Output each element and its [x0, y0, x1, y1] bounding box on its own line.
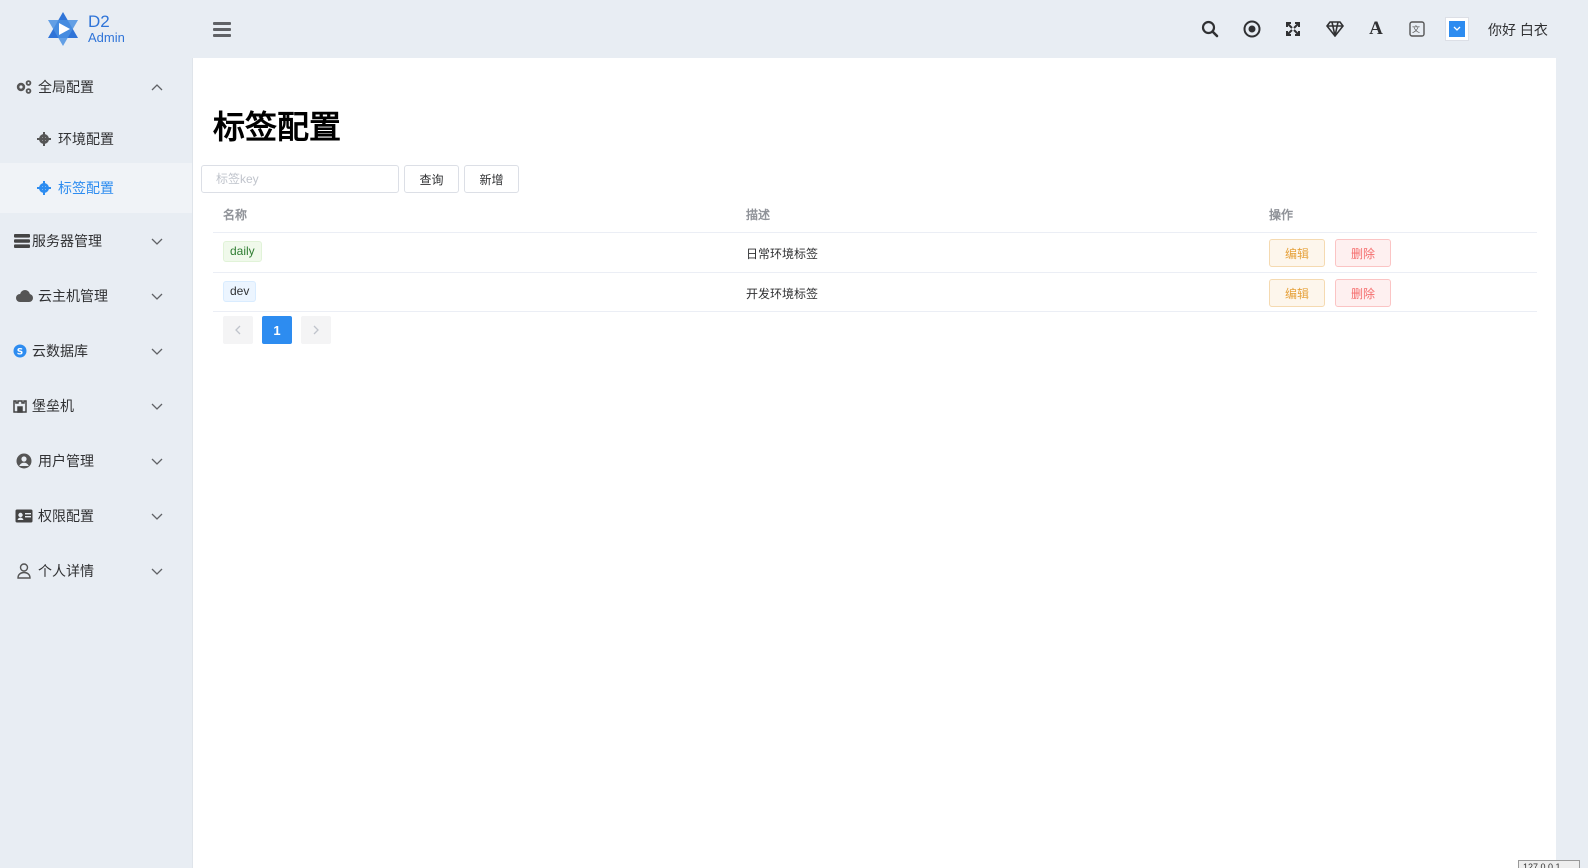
chevron-up-icon [151, 84, 163, 91]
search-icon[interactable] [1198, 17, 1222, 41]
edit-button[interactable]: 编辑 [1269, 239, 1325, 267]
sidebar-item-label: 云数据库 [32, 343, 88, 359]
sidebar-item-global-config[interactable]: 全局配置 [0, 62, 192, 112]
query-button[interactable]: 查询 [404, 165, 459, 193]
chevron-left-icon [235, 325, 241, 335]
d2-logo-icon [48, 12, 78, 46]
chevron-down-icon [151, 293, 163, 300]
column-header-actions: 操作 [1269, 208, 1294, 222]
sidebar-item-label: 个人详情 [38, 563, 94, 579]
cogs-icon [14, 77, 34, 97]
sidebar-item-label: 服务器管理 [32, 233, 102, 249]
server-icon [12, 231, 32, 251]
page-number-button[interactable]: 1 [262, 316, 292, 344]
tag-name-badge: daily [223, 241, 262, 262]
top-header: D2 Admin A 文 你好 白衣 [0, 0, 1588, 58]
sidebar-item-cloud-database[interactable]: S 云数据库 [0, 326, 192, 376]
sidebar-item-permission-config[interactable]: 权限配置 [0, 491, 192, 541]
main-panel: 标签配置 查询 新增 名称 描述 操作 daily 日常环境标签 编辑 删除 d… [192, 58, 1556, 868]
prev-page-button[interactable] [223, 316, 253, 344]
menu-toggle-icon[interactable] [213, 22, 231, 38]
chevron-down-icon [151, 458, 163, 465]
add-button[interactable]: 新增 [464, 165, 519, 193]
table-row: daily 日常环境标签 编辑 删除 [213, 232, 1537, 272]
database-icon: S [10, 341, 30, 361]
sidebar: 全局配置 环境配置 标签配置 服务器管理 云主机管理 S 云数据库 堡垒机 用户… [0, 58, 192, 868]
fort-icon [10, 396, 30, 416]
tag-description: 日常环境标签 [746, 247, 819, 261]
sidebar-subitem-label: 标签配置 [58, 180, 114, 196]
sidebar-item-label: 云主机管理 [38, 288, 108, 304]
svg-text:文: 文 [1412, 24, 1420, 34]
tag-key-search-input[interactable] [201, 165, 399, 193]
target-icon[interactable] [1240, 17, 1264, 41]
id-card-icon [14, 506, 34, 526]
column-header-description: 描述 [746, 208, 771, 222]
tag-description: 开发环境标签 [746, 287, 819, 301]
sidebar-item-personal-details[interactable]: 个人详情 [0, 546, 192, 596]
delete-button[interactable]: 删除 [1335, 239, 1391, 267]
sidebar-item-label: 堡垒机 [32, 398, 74, 414]
sidebar-item-label: 用户管理 [38, 453, 94, 469]
sidebar-item-bastion[interactable]: 堡垒机 [0, 381, 192, 431]
sidebar-item-cloud-host[interactable]: 云主机管理 [0, 271, 192, 321]
font-size-icon[interactable]: A [1364, 17, 1388, 41]
tag-name-badge: dev [223, 281, 257, 302]
chevron-down-icon [151, 403, 163, 410]
next-page-button[interactable] [301, 316, 331, 344]
svg-text:S: S [17, 348, 23, 358]
logo-title: D2 [88, 12, 110, 31]
sidebar-subitem-env-config[interactable]: 环境配置 [0, 114, 192, 164]
sidebar-item-server-management[interactable]: 服务器管理 [0, 216, 192, 266]
translate-icon[interactable]: 文 [1405, 17, 1429, 41]
sidebar-subitem-label: 环境配置 [58, 131, 114, 147]
gear-icon [35, 130, 53, 148]
logo-subtitle: Admin [88, 30, 125, 45]
chevron-down-icon [151, 513, 163, 520]
ip-address-label: 127.0.0.1 [1518, 860, 1580, 868]
chevron-down-icon [151, 568, 163, 575]
gear-icon [35, 179, 53, 197]
user-greeting[interactable]: 你好 白衣 [1488, 20, 1548, 40]
sidebar-subitem-tag-config[interactable]: 标签配置 [0, 163, 192, 213]
sidebar-item-label: 权限配置 [38, 508, 94, 524]
sidebar-item-label: 全局配置 [38, 79, 94, 95]
table-row: dev 开发环境标签 编辑 删除 [213, 272, 1537, 312]
diamond-icon[interactable] [1323, 17, 1347, 41]
delete-button[interactable]: 删除 [1335, 279, 1391, 307]
logo[interactable]: D2 Admin [44, 10, 144, 50]
user-icon [14, 561, 34, 581]
chevron-right-icon [313, 325, 319, 335]
cloud-icon [14, 286, 34, 306]
edit-button[interactable]: 编辑 [1269, 279, 1325, 307]
chevron-down-icon [151, 238, 163, 245]
chevron-down-icon [151, 348, 163, 355]
user-circle-icon [14, 451, 34, 471]
sidebar-item-user-management[interactable]: 用户管理 [0, 436, 192, 486]
page-title: 标签配置 [213, 109, 342, 145]
header-toolbar: A 文 你好 白衣 [1188, 17, 1588, 41]
theme-color-icon[interactable] [1445, 17, 1469, 41]
fullscreen-icon[interactable] [1281, 17, 1305, 41]
column-header-name: 名称 [223, 208, 248, 222]
